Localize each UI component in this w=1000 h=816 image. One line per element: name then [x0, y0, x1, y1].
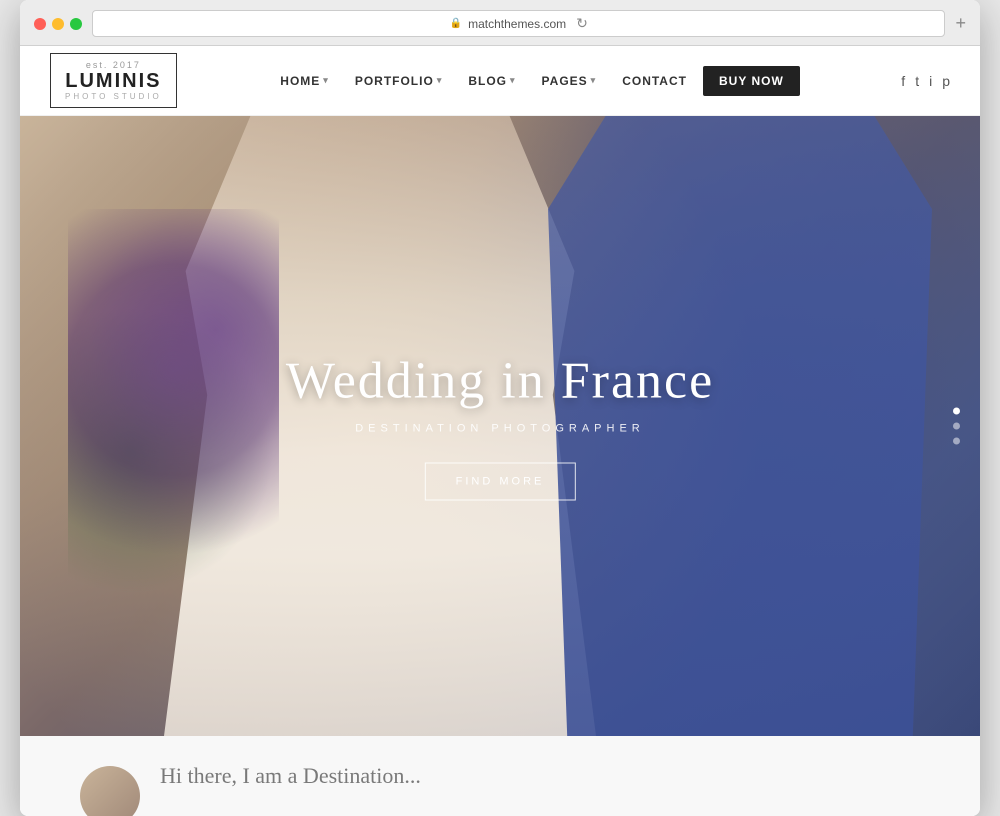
browser-window: 🔒 matchthemes.com ↻ + est. 2017 LUMINIS …: [20, 0, 980, 816]
chevron-down-icon: ▾: [510, 75, 516, 86]
twitter-icon[interactable]: t: [915, 73, 919, 89]
instagram-icon[interactable]: i: [929, 73, 932, 89]
logo-name: LUMINIS: [65, 70, 161, 92]
avatar: [80, 766, 140, 816]
below-fold-text: Hi there, I am a Destination...: [160, 763, 421, 789]
browser-chrome: 🔒 matchthemes.com ↻ +: [20, 0, 980, 46]
site-header: est. 2017 LUMINIS PHOTO STUDIO HOME ▾ PO…: [20, 46, 980, 116]
maximize-button[interactable]: [70, 18, 82, 30]
refresh-button[interactable]: ↻: [576, 15, 588, 32]
hero-subtitle: DESTINATION PHOTOGRAPHER: [286, 423, 714, 435]
logo-sub: PHOTO STUDIO: [65, 92, 162, 101]
nav-home[interactable]: HOME ▾: [270, 66, 339, 96]
slide-dot-3[interactable]: [953, 438, 960, 445]
new-tab-button[interactable]: +: [955, 13, 966, 34]
close-button[interactable]: [34, 18, 46, 30]
chevron-down-icon: ▾: [591, 75, 597, 86]
hero-title: Wedding in France: [286, 352, 714, 411]
chevron-down-icon: ▾: [323, 75, 329, 86]
slide-dot-2[interactable]: [953, 423, 960, 430]
nav-contact[interactable]: CONTACT: [612, 66, 697, 96]
flowers-accent: [68, 209, 279, 612]
minimize-button[interactable]: [52, 18, 64, 30]
hero-section: Wedding in France DESTINATION PHOTOGRAPH…: [20, 116, 980, 736]
chevron-down-icon: ▾: [437, 75, 443, 86]
facebook-icon[interactable]: f: [901, 73, 905, 89]
nav-portfolio[interactable]: PORTFOLIO ▾: [345, 66, 453, 96]
pinterest-icon[interactable]: p: [942, 73, 950, 89]
traffic-lights: [34, 18, 82, 30]
lock-icon: 🔒: [450, 18, 462, 29]
logo-est: est. 2017: [86, 60, 141, 70]
url-text: matchthemes.com: [468, 17, 566, 31]
nav-buy-now[interactable]: BUY NOW: [703, 66, 800, 96]
slide-dot-1[interactable]: [953, 408, 960, 415]
website-content: est. 2017 LUMINIS PHOTO STUDIO HOME ▾ PO…: [20, 46, 980, 816]
address-bar[interactable]: 🔒 matchthemes.com ↻: [92, 10, 945, 37]
slide-indicators: [953, 408, 960, 445]
below-fold-section: Hi there, I am a Destination...: [20, 736, 980, 816]
nav-pages[interactable]: PAGES ▾: [532, 66, 607, 96]
hero-content: Wedding in France DESTINATION PHOTOGRAPH…: [286, 352, 714, 501]
main-nav: HOME ▾ PORTFOLIO ▾ BLOG ▾ PAGES ▾ CONTAC…: [270, 66, 799, 96]
social-icons: f t i p: [901, 73, 950, 89]
logo[interactable]: est. 2017 LUMINIS PHOTO STUDIO: [50, 53, 177, 108]
hero-cta-button[interactable]: FIND MORE: [425, 463, 576, 501]
nav-blog[interactable]: BLOG ▾: [458, 66, 525, 96]
